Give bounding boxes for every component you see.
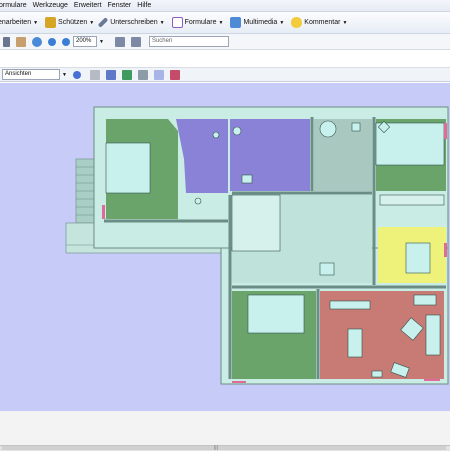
caret-icon: ▼	[342, 19, 348, 26]
menu-erweitert[interactable]: Erweitert	[74, 2, 102, 9]
menu-bar: ormulare Werkzeuge Erweitert Fenster Hil…	[0, 0, 450, 12]
caret-icon: ▼	[279, 19, 285, 26]
fit-page-icon[interactable]	[114, 36, 125, 47]
fit-width-icon[interactable]	[130, 36, 141, 47]
3d-toolbar: Ansichten ▼	[0, 67, 450, 82]
multimedia-button[interactable]: Multimedia ▼	[230, 15, 284, 31]
zoom-tool-icon[interactable]	[32, 36, 42, 47]
bearbeiten-button[interactable]: enarbeiten ▼	[0, 15, 38, 31]
horizontal-scrollbar[interactable]: |||	[0, 445, 450, 451]
scrollbar-thumb[interactable]	[2, 446, 446, 450]
formulare-label: Formulare	[184, 19, 217, 26]
navigation-toolbar: 200% ▼ Suchen	[0, 34, 450, 50]
unterschreiben-label: Unterschreiben	[110, 19, 158, 26]
render-mode-icon[interactable]	[169, 69, 180, 80]
search-field[interactable]: Suchen	[148, 36, 229, 47]
caret-icon: ▼	[33, 19, 39, 26]
3d-canvas[interactable]	[0, 83, 450, 411]
hand-tool-icon[interactable]	[16, 36, 26, 47]
unterschreiben-button[interactable]: Unterschreiben ▼	[97, 15, 165, 31]
select-tool-icon[interactable]	[3, 36, 10, 47]
model-tree-icon[interactable]	[121, 69, 132, 80]
menu-hilfe[interactable]: Hilfe	[137, 2, 151, 9]
multimedia-label: Multimedia	[243, 19, 278, 26]
menu-werkzeuge[interactable]: Werkzeuge	[33, 2, 68, 9]
zoom-dropdown-icon[interactable]: ▼	[99, 39, 104, 45]
form-icon	[171, 17, 183, 28]
caret-icon: ▼	[89, 19, 95, 26]
scrollbar-grip-icon: |||	[214, 445, 218, 451]
pen-icon	[97, 17, 109, 28]
comment-icon	[291, 17, 303, 28]
film-icon	[230, 17, 242, 28]
schuetzen-label: Schützen	[58, 19, 88, 26]
menu-fenster[interactable]: Fenster	[108, 2, 132, 9]
cube-icon[interactable]	[105, 69, 116, 80]
default-view-icon[interactable]	[72, 70, 81, 79]
zoom-in-icon[interactable]	[62, 37, 70, 46]
formulare-button[interactable]: Formulare ▼	[171, 15, 224, 31]
lock-icon	[45, 17, 57, 28]
play-icon[interactable]	[89, 69, 100, 80]
floor-plan	[65, 106, 449, 385]
menu-formulare[interactable]: ormulare	[0, 2, 27, 9]
lighting-icon[interactable]	[137, 69, 148, 80]
caret-icon: ▼	[218, 19, 224, 26]
caret-icon: ▼	[159, 19, 165, 26]
kommentar-label: Kommentar	[304, 19, 341, 26]
task-toolbar: enarbeiten ▼ Schützen ▼ Unterschreiben ▼ Fo…	[0, 12, 450, 34]
schuetzen-button[interactable]: Schützen ▼	[45, 15, 94, 31]
zoom-out-icon[interactable]	[48, 37, 56, 46]
zoom-field[interactable]: 200%	[73, 36, 97, 47]
views-dropdown-icon[interactable]: ▼	[62, 72, 67, 78]
views-dropdown[interactable]: Ansichten	[2, 69, 60, 80]
kommentar-button[interactable]: Kommentar ▼	[291, 15, 347, 31]
bearbeiten-label: enarbeiten	[0, 19, 32, 26]
document-margin	[0, 51, 450, 65]
background-icon[interactable]	[153, 69, 164, 80]
